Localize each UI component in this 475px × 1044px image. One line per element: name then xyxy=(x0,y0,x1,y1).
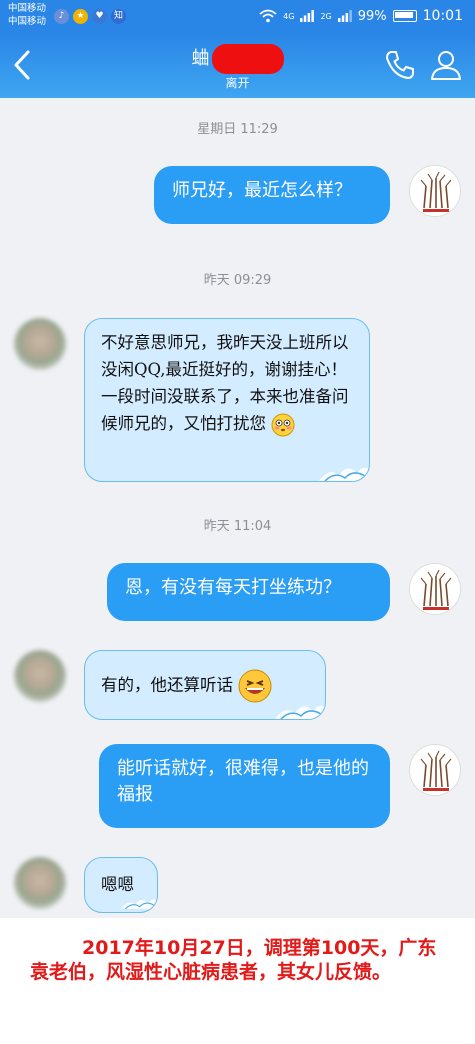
tree-logo-icon xyxy=(410,745,460,795)
contact-profile-icon[interactable] xyxy=(429,48,463,82)
carrier-label-1: 中国移动 xyxy=(8,3,47,14)
network-type-2: 2G xyxy=(320,11,332,21)
wave-decoration-icon xyxy=(319,467,369,481)
message-text: 不好意思师兄，我昨天没上班所以没闲QQ,最近挺好的，谢谢挂心！一段时间没联系了，… xyxy=(101,333,349,433)
grinning-emoji-icon xyxy=(238,669,272,703)
timestamp: 昨天 09:29 xyxy=(203,273,272,288)
incoming-message-bubble[interactable]: 嗯嗯 xyxy=(84,857,158,913)
battery-icon xyxy=(392,10,417,22)
timestamp: 昨天 11:04 xyxy=(203,519,272,534)
timestamp: 星期日 11:29 xyxy=(197,122,278,137)
my-avatar[interactable] xyxy=(409,165,461,217)
signal-icon-2 xyxy=(337,10,352,22)
network-type-1: 4G xyxy=(283,11,295,21)
my-avatar[interactable] xyxy=(409,744,461,796)
outgoing-message-bubble[interactable]: 师兄好，最近怎么样？ xyxy=(154,166,390,224)
tree-logo-icon xyxy=(410,564,460,614)
signal-icon-1 xyxy=(300,10,315,22)
chat-header: 蛐 离开 xyxy=(0,34,475,98)
incoming-message-bubble[interactable]: 不好意思师兄，我昨天没上班所以没闲QQ,最近挺好的，谢谢挂心！一段时间没联系了，… xyxy=(84,318,370,482)
wave-decoration-icon xyxy=(275,705,325,719)
contact-avatar[interactable] xyxy=(14,857,66,909)
heart-app-icon: ♥ xyxy=(92,9,107,24)
outgoing-message-bubble[interactable]: 能听话就好，很难得，也是他的福报 xyxy=(99,744,390,828)
incoming-message-bubble[interactable]: 有的，他还算听话 xyxy=(84,650,326,720)
wifi-icon xyxy=(259,9,277,23)
battery-percent: 99% xyxy=(357,8,387,24)
name-redaction xyxy=(211,44,284,74)
contact-avatar[interactable] xyxy=(14,650,66,702)
contact-name-text: 蛐 xyxy=(191,48,210,69)
caption-panel: 2017年10月27日，调理第100天，广东袁老伯，风湿性心脏病患者，其女儿反馈… xyxy=(0,918,475,1044)
tree-logo-icon xyxy=(410,166,460,216)
message-text: 有的，他还算听话 xyxy=(101,675,233,695)
phone-call-icon[interactable] xyxy=(383,48,417,82)
zhihu-app-icon: 知 xyxy=(111,9,126,24)
carrier-label-2: 中国移动 xyxy=(8,16,47,27)
my-avatar[interactable] xyxy=(409,563,461,615)
star-app-icon: ★ xyxy=(73,9,88,24)
outgoing-message-bubble[interactable]: 恩，有没有每天打坐练功？ xyxy=(107,563,390,621)
status-bar: 中国移动 中国移动 ♪ ★ ♥ 知 4G 2G 99% 10:01 xyxy=(0,0,475,34)
flushed-emoji-icon xyxy=(271,413,295,436)
testimonial-caption: 2017年10月27日，调理第100天，广东袁老伯，风湿性心脏病患者，其女儿反馈… xyxy=(30,937,437,983)
contact-avatar[interactable] xyxy=(14,318,66,370)
clock: 10:01 xyxy=(422,8,463,24)
wave-decoration-icon xyxy=(121,899,157,910)
music-app-icon: ♪ xyxy=(54,9,69,24)
